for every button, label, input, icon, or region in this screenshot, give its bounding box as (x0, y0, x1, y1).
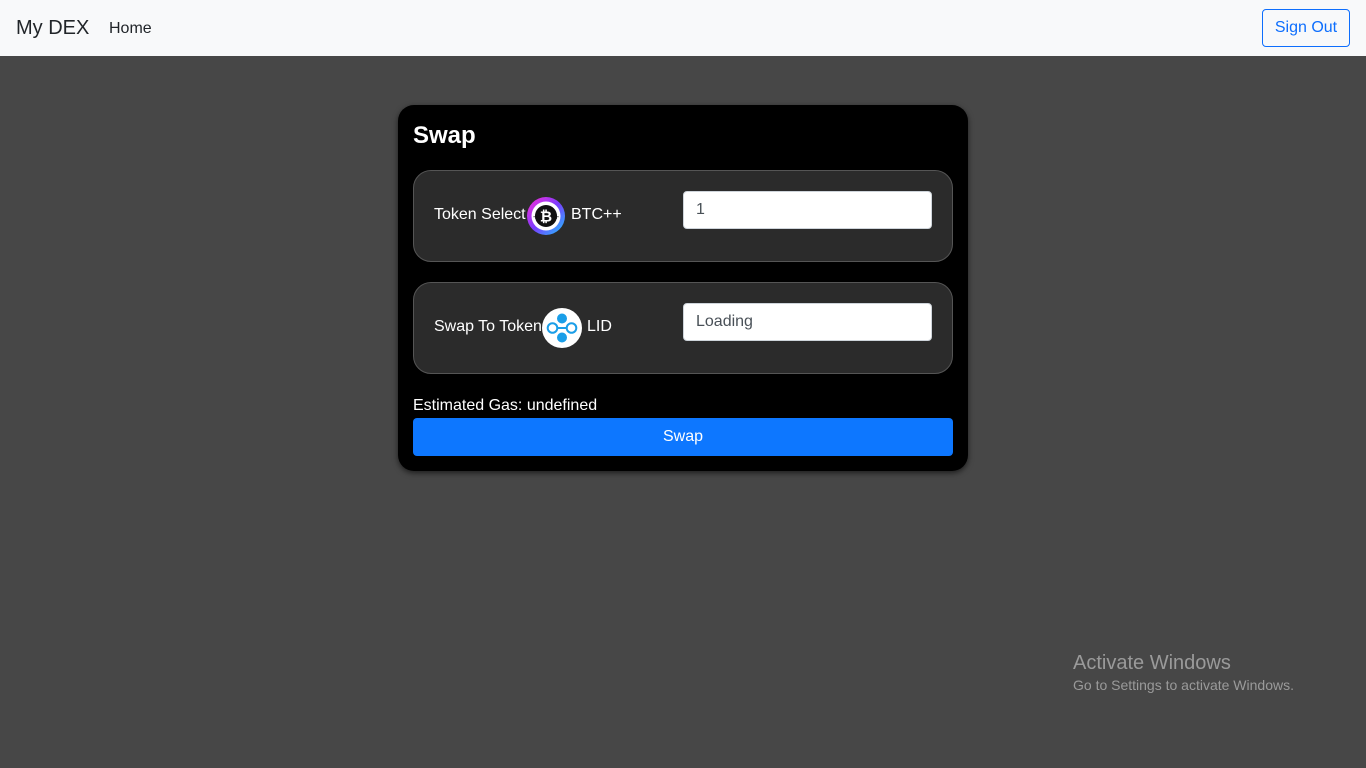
swap-to-token-label: Swap To Token (434, 318, 542, 335)
activate-windows-subtitle: Go to Settings to activate Windows. (1073, 677, 1294, 693)
from-amount-input[interactable]: 1 (683, 191, 932, 229)
to-amount-input[interactable]: Loading (683, 303, 932, 341)
lid-icon[interactable] (542, 308, 582, 348)
svg-text:₿: ₿ (540, 208, 552, 226)
svg-text:+: + (554, 213, 560, 221)
token-select-label: Token Select (434, 206, 526, 223)
to-token-row: Swap To Token LID Loading (413, 282, 953, 374)
swap-button[interactable]: Swap (413, 418, 953, 456)
svg-text:+: + (533, 213, 539, 221)
from-token-row: Token Select ₿ + + BTC++ 1 (413, 170, 953, 262)
activate-windows-title: Activate Windows (1073, 652, 1231, 674)
btc-plus-icon[interactable]: ₿ + + (526, 196, 566, 236)
to-token-name[interactable]: LID (587, 317, 612, 337)
top-navbar: My DEX Home Sign Out (0, 0, 1366, 56)
nav-home-link[interactable]: Home (109, 19, 152, 39)
sign-out-button[interactable]: Sign Out (1262, 9, 1350, 47)
swap-title: Swap (413, 122, 476, 149)
swap-card: Swap Token Select ₿ + + BTC++ 1 Swap To … (398, 105, 968, 471)
from-token-name[interactable]: BTC++ (571, 205, 622, 225)
estimated-gas-text: Estimated Gas: undefined (413, 397, 598, 414)
brand-link[interactable]: My DEX (16, 15, 89, 41)
